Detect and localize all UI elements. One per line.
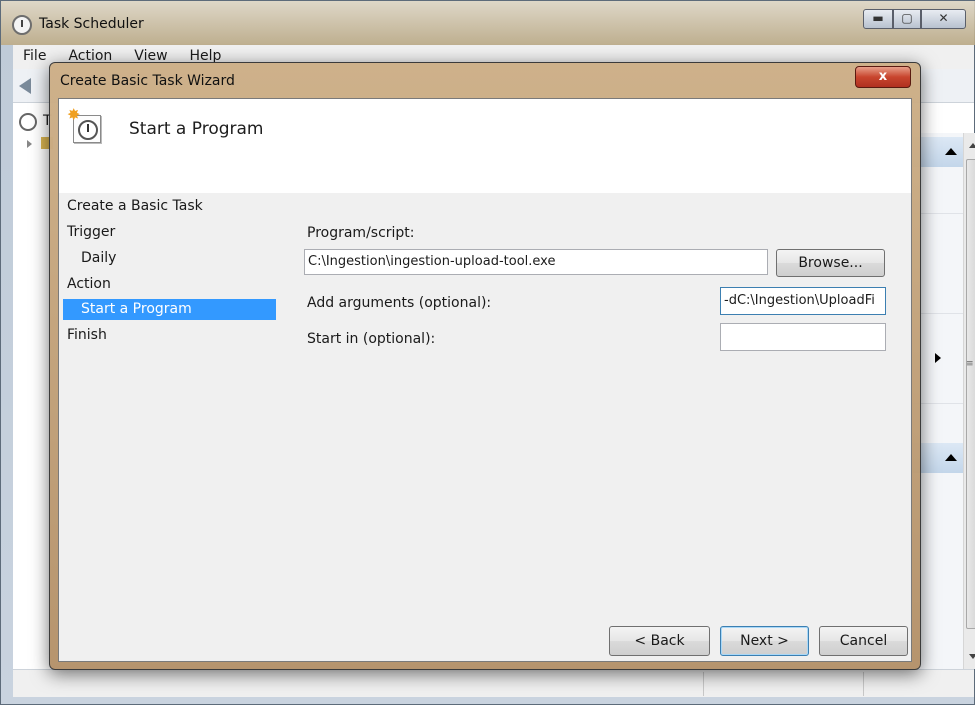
scroll-up-icon[interactable] [969, 143, 975, 148]
close-window-button[interactable]: ✕ [921, 9, 966, 29]
step-daily[interactable]: Daily [63, 248, 276, 269]
back-button[interactable]: < Back [609, 626, 710, 656]
scroll-down-icon[interactable] [969, 654, 975, 659]
menu-file[interactable]: File [23, 48, 46, 66]
minimize-button[interactable]: ▬ [863, 9, 893, 29]
submenu-arrow-icon[interactable] [935, 353, 941, 363]
maximize-button[interactable]: ▢ [893, 9, 921, 29]
task-scheduler-title: Task Scheduler [39, 16, 144, 32]
add-arguments-input[interactable]: -dC:\Ingestion\UploadFi [720, 287, 886, 315]
scroll-thumb[interactable] [966, 159, 975, 629]
scroll-grip-icon: ≡ [966, 359, 974, 369]
wizard-title: Create Basic Task Wizard [60, 73, 235, 89]
step-start-a-program[interactable]: Start a Program [63, 299, 276, 320]
create-basic-task-wizard: Create Basic Task Wizard x ✸ Start a Pro… [49, 62, 921, 670]
tree-expand-icon[interactable] [27, 140, 32, 148]
status-separator [863, 672, 864, 696]
back-arrow-icon[interactable] [19, 78, 31, 94]
scheduled-task-icon: ✸ [67, 105, 103, 145]
collapse-up-icon[interactable] [945, 454, 957, 461]
step-action[interactable]: Action [63, 274, 276, 295]
start-in-label: Start in (optional): [307, 331, 436, 347]
wizard-steps-nav: Create a Basic Task Trigger Daily Action… [59, 193, 284, 661]
step-finish[interactable]: Finish [63, 325, 276, 346]
step-trigger[interactable]: Trigger [63, 222, 276, 243]
wizard-client-area: ✸ Start a Program Create a Basic Task Tr… [58, 98, 912, 662]
task-scheduler-titlebar: Task Scheduler ▬ ▢ ✕ [1, 1, 975, 45]
wizard-header: ✸ Start a Program [59, 99, 911, 193]
next-button[interactable]: Next > [720, 626, 809, 656]
page-title: Start a Program [129, 119, 264, 139]
task-scheduler-clock-icon [12, 15, 32, 35]
tree-clock-icon [19, 113, 37, 131]
start-in-input[interactable] [720, 323, 886, 351]
program-script-input[interactable]: C:\Ingestion\ingestion-upload-tool.exe [304, 249, 768, 275]
status-bar [13, 669, 974, 697]
window-controls: ▬ ▢ ✕ [863, 9, 966, 29]
cancel-button[interactable]: Cancel [819, 626, 908, 656]
browse-button[interactable]: Browse... [776, 249, 885, 277]
step-create-basic-task[interactable]: Create a Basic Task [63, 196, 276, 217]
vertical-scrollbar[interactable]: ≡ [963, 133, 975, 669]
status-separator [703, 672, 704, 696]
program-script-label: Program/script: [307, 225, 415, 241]
collapse-up-icon[interactable] [945, 148, 957, 155]
wizard-close-button[interactable]: x [855, 66, 911, 88]
add-arguments-label: Add arguments (optional): [307, 295, 492, 311]
